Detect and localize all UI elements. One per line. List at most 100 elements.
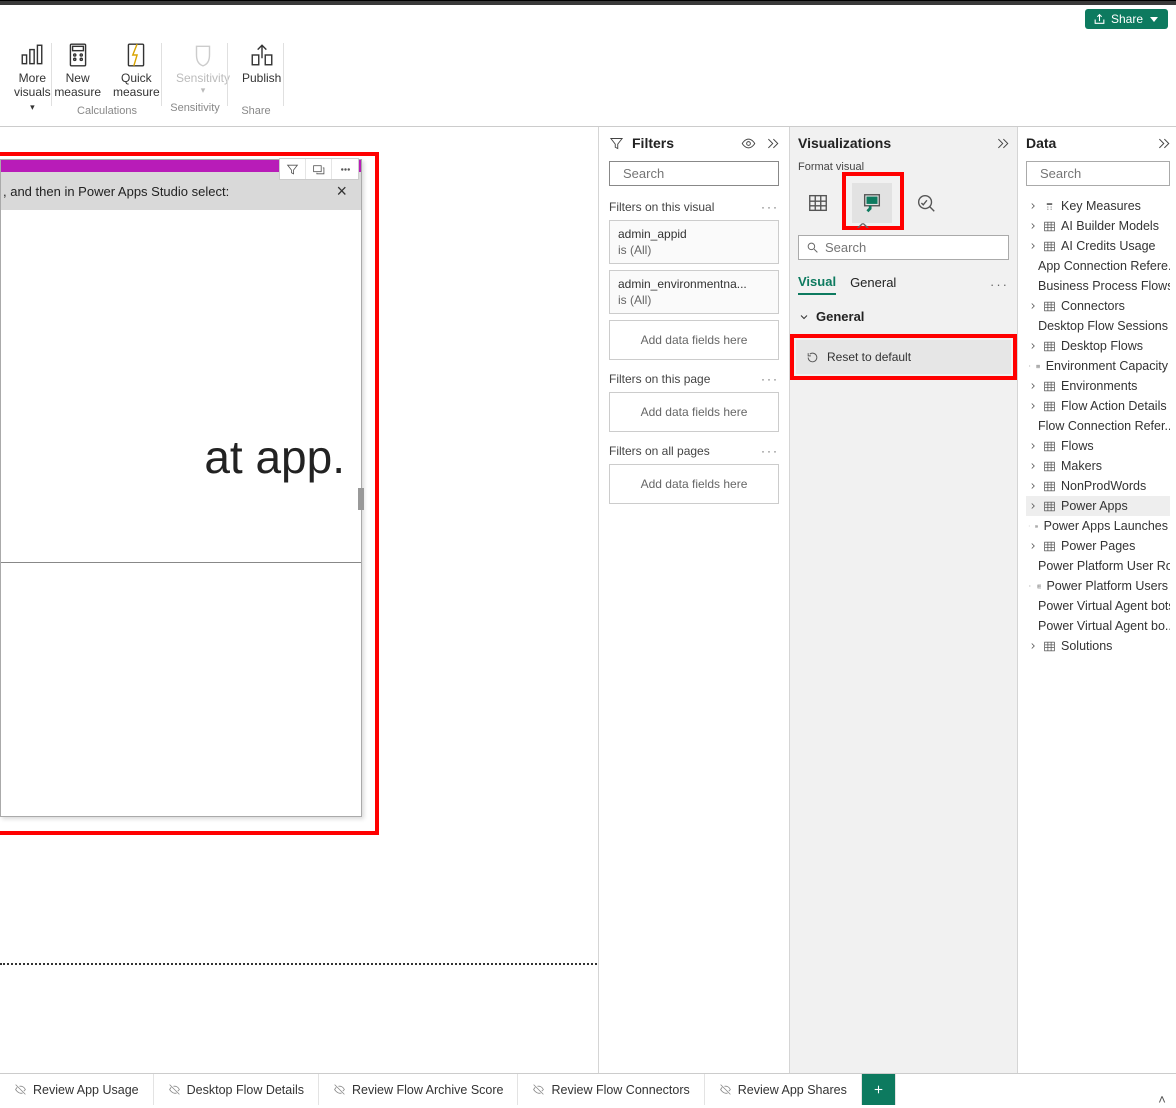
publish-button[interactable]: Publish bbox=[236, 39, 287, 101]
page-tab[interactable]: Desktop Flow Details bbox=[154, 1074, 319, 1105]
table-name: Environment Capacity bbox=[1046, 359, 1168, 373]
filter-card[interactable]: admin_environmentna... is (All) bbox=[609, 270, 779, 314]
chevron-down-icon bbox=[798, 311, 810, 323]
build-visual-tab[interactable] bbox=[798, 183, 838, 223]
data-table-item[interactable]: Solutions bbox=[1026, 636, 1170, 656]
add-all-filter-drop[interactable]: Add data fields here bbox=[609, 464, 779, 504]
data-table-item[interactable]: Environment Capacity bbox=[1026, 356, 1170, 376]
data-table-item[interactable]: Environments bbox=[1026, 376, 1170, 396]
page-tab[interactable]: Review Flow Connectors bbox=[518, 1074, 704, 1105]
hidden-page-icon bbox=[168, 1083, 181, 1096]
collapse-panel-icon[interactable] bbox=[1155, 136, 1170, 151]
data-table-item[interactable]: Power Virtual Agent bo... bbox=[1026, 616, 1170, 636]
tab-general[interactable]: General bbox=[850, 275, 896, 294]
general-section-toggle[interactable]: General bbox=[798, 309, 1009, 324]
table-icon bbox=[1043, 220, 1056, 233]
page-tab[interactable]: Review App Usage bbox=[0, 1074, 154, 1105]
ellipsis-icon bbox=[339, 163, 352, 176]
table-name: Key Measures bbox=[1061, 199, 1141, 213]
table-name: Solutions bbox=[1061, 639, 1112, 653]
chevron-right-icon bbox=[1028, 441, 1038, 451]
ellipsis-icon[interactable]: ··· bbox=[990, 277, 1009, 292]
filters-search[interactable] bbox=[609, 161, 779, 186]
tab-label: Desktop Flow Details bbox=[187, 1083, 304, 1097]
annotation-red-box: Reset to default bbox=[794, 338, 1013, 376]
filters-search-input[interactable] bbox=[623, 166, 789, 181]
analytics-tab[interactable] bbox=[906, 183, 946, 223]
data-table-item[interactable]: Connectors bbox=[1026, 296, 1170, 316]
data-table-item[interactable]: AI Builder Models bbox=[1026, 216, 1170, 236]
filter-card[interactable]: admin_appid is (All) bbox=[609, 220, 779, 264]
close-icon[interactable]: × bbox=[332, 181, 351, 202]
data-table-item[interactable]: AI Credits Usage bbox=[1026, 236, 1170, 256]
data-table-item[interactable]: Power Platform Users bbox=[1026, 576, 1170, 596]
new-measure-button[interactable]: New measure bbox=[48, 39, 107, 101]
hidden-page-icon bbox=[719, 1083, 732, 1096]
ribbon-label: visuals bbox=[14, 85, 51, 99]
data-search[interactable] bbox=[1026, 161, 1170, 186]
ellipsis-icon[interactable]: ··· bbox=[761, 372, 779, 386]
hidden-page-icon bbox=[333, 1083, 346, 1096]
data-table-item[interactable]: Makers bbox=[1026, 456, 1170, 476]
report-canvas[interactable]: , and then in Power Apps Studio select: … bbox=[0, 127, 598, 1073]
visual-focus-button[interactable] bbox=[306, 159, 332, 179]
data-table-item[interactable]: App Connection Refere... bbox=[1026, 256, 1170, 276]
ribbon-label: More bbox=[19, 71, 46, 85]
filter-field-name: admin_appid bbox=[618, 227, 770, 241]
data-table-item[interactable]: Key Measures bbox=[1026, 196, 1170, 216]
funnel-icon bbox=[286, 163, 299, 176]
plus-icon bbox=[872, 1083, 885, 1096]
data-table-item[interactable]: Flow Connection Refer... bbox=[1026, 416, 1170, 436]
page-tab[interactable]: Review App Shares bbox=[705, 1074, 862, 1105]
data-table-item[interactable]: Power Apps Launches bbox=[1026, 516, 1170, 536]
section-label: Filters on this page bbox=[609, 372, 710, 386]
table-name: NonProdWords bbox=[1061, 479, 1146, 493]
data-table-item[interactable]: Power Platform User Ro... bbox=[1026, 556, 1170, 576]
filter-field-status: is (All) bbox=[618, 293, 770, 307]
eye-icon[interactable] bbox=[741, 136, 756, 151]
viz-search[interactable] bbox=[798, 235, 1009, 260]
table-name: Flow Action Details bbox=[1061, 399, 1167, 413]
visual-toolbar bbox=[279, 158, 359, 180]
powerapp-visual[interactable]: , and then in Power Apps Studio select: … bbox=[0, 159, 362, 817]
quick-measure-button[interactable]: Quick measure bbox=[107, 39, 166, 101]
data-title: Data bbox=[1026, 135, 1147, 151]
collapse-panel-icon[interactable] bbox=[994, 136, 1009, 151]
data-table-item[interactable]: Power Pages bbox=[1026, 536, 1170, 556]
add-page-filter-drop[interactable]: Add data fields here bbox=[609, 392, 779, 432]
data-table-item[interactable]: Power Apps bbox=[1026, 496, 1170, 516]
data-table-item[interactable]: NonProdWords bbox=[1026, 476, 1170, 496]
add-page-button[interactable] bbox=[862, 1074, 896, 1105]
section-label: General bbox=[816, 309, 864, 324]
visual-more-button[interactable] bbox=[332, 159, 358, 179]
data-search-input[interactable] bbox=[1040, 166, 1176, 181]
filters-on-visual-header: Filters on this visual ··· bbox=[609, 200, 779, 214]
tab-label: Review App Shares bbox=[738, 1083, 847, 1097]
data-table-item[interactable]: Flows bbox=[1026, 436, 1170, 456]
resize-handle[interactable] bbox=[358, 488, 364, 510]
data-table-item[interactable]: Flow Action Details bbox=[1026, 396, 1170, 416]
viz-search-input[interactable] bbox=[825, 240, 1001, 255]
section-label: Filters on all pages bbox=[609, 444, 710, 458]
filters-panel: Filters Filters on this visual ··· admin… bbox=[598, 127, 789, 1073]
table-icon bbox=[1043, 340, 1056, 353]
visual-filter-button[interactable] bbox=[280, 159, 306, 179]
add-visual-filter-drop[interactable]: Add data fields here bbox=[609, 320, 779, 360]
reset-to-default-button[interactable]: Reset to default bbox=[796, 340, 1011, 374]
ribbon-collapse-button[interactable]: ˄ bbox=[1154, 1092, 1170, 1108]
ellipsis-icon[interactable]: ··· bbox=[761, 200, 779, 214]
share-label: Share bbox=[1111, 12, 1143, 26]
share-button[interactable]: Share bbox=[1085, 9, 1168, 29]
ribbon-group-label: Sensitivity bbox=[170, 102, 220, 114]
ellipsis-icon[interactable]: ··· bbox=[761, 444, 779, 458]
visual-placeholder-text: at app. bbox=[1, 210, 361, 484]
page-tab[interactable]: Review Flow Archive Score bbox=[319, 1074, 518, 1105]
table-name: Power Virtual Agent bots bbox=[1038, 599, 1170, 613]
data-table-item[interactable]: Business Process Flows bbox=[1026, 276, 1170, 296]
tab-visual[interactable]: Visual bbox=[798, 274, 836, 295]
chevron-right-icon bbox=[1028, 341, 1038, 351]
collapse-panel-icon[interactable] bbox=[764, 136, 779, 151]
data-table-item[interactable]: Desktop Flow Sessions bbox=[1026, 316, 1170, 336]
data-table-item[interactable]: Power Virtual Agent bots bbox=[1026, 596, 1170, 616]
data-table-item[interactable]: Desktop Flows bbox=[1026, 336, 1170, 356]
